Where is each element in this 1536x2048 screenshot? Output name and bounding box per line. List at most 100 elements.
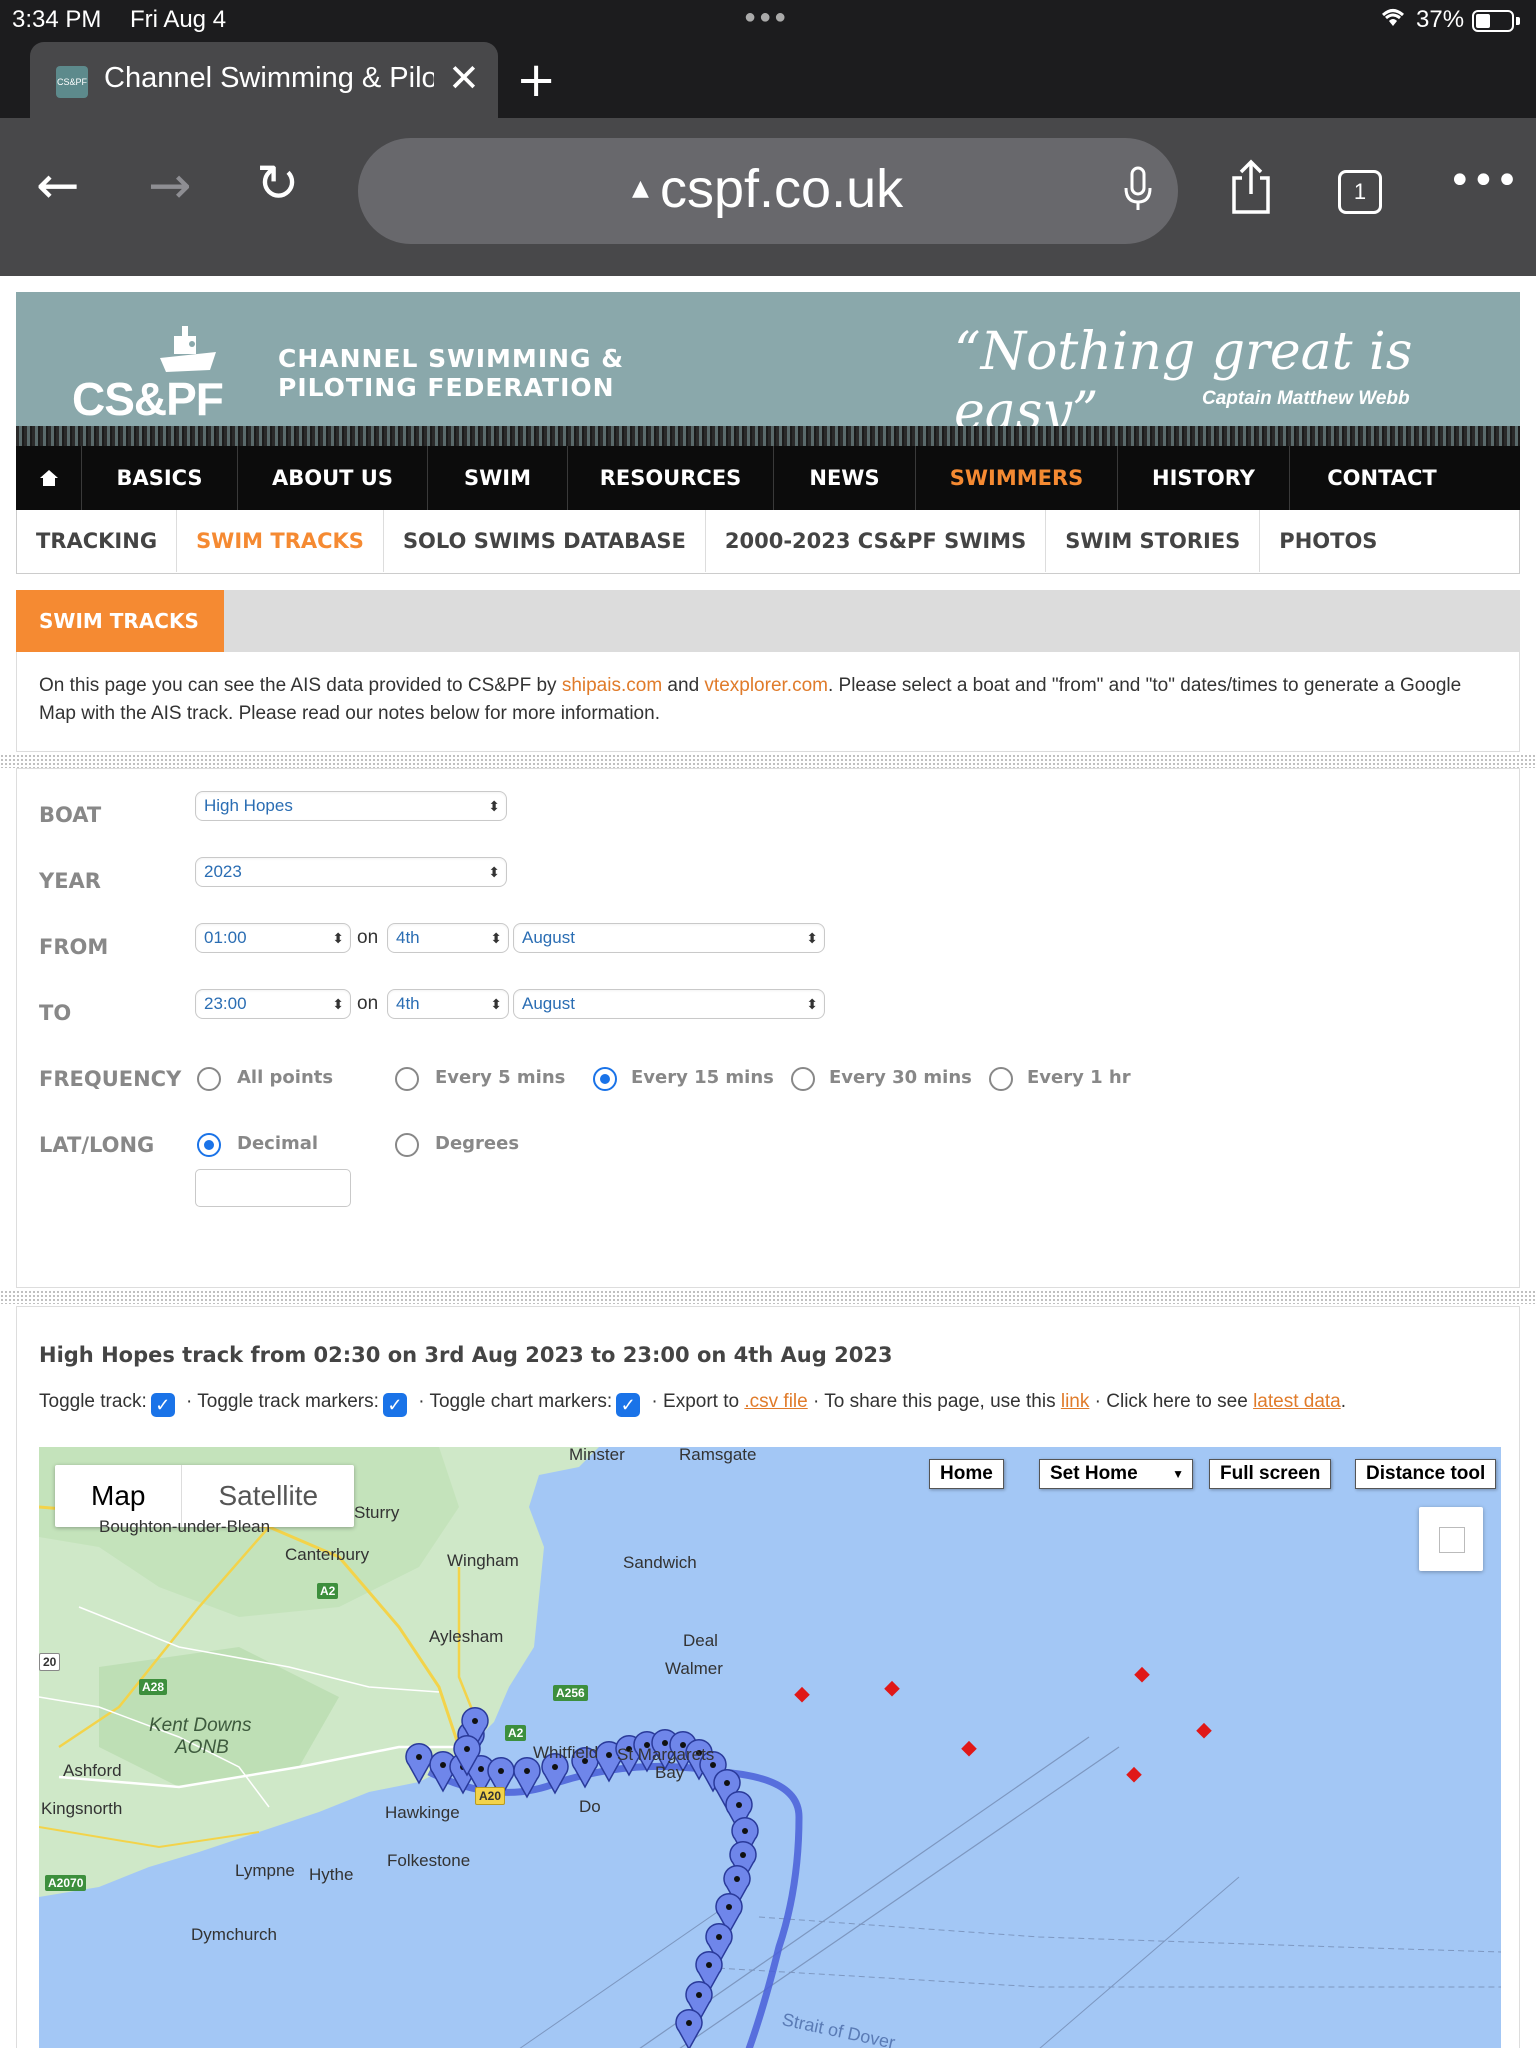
frequency-30min-label: Every 30 mins [829,1067,972,1088]
to-day-value: 4th [396,994,420,1013]
year-select[interactable]: 2023 ⬍ [195,857,507,887]
from-month-value: August [522,928,575,947]
frequency-1hr-radio[interactable] [989,1067,1013,1091]
map-canvas[interactable] [39,1447,1501,2048]
export-text: · Export to [651,1391,740,1412]
map-fullscreen-toggle-icon[interactable] [1419,1507,1483,1571]
traffic-separation [698,1966,1501,1988]
from-day-value: 4th [396,928,420,947]
road-shield: A2 [317,1583,339,1599]
boat-select[interactable]: High Hopes ⬍ [195,791,507,821]
nav-resources[interactable]: RESOURCES [568,446,774,510]
address-bar[interactable]: ▲ cspf.co.uk [358,138,1178,244]
place-label: Sandwich [623,1553,697,1572]
from-day-select[interactable]: 4th ⬍ [387,923,509,953]
export-csv-link[interactable]: .csv file [744,1391,807,1412]
latest-data-link[interactable]: latest data [1253,1391,1341,1412]
share-icon[interactable] [1228,158,1274,229]
chevron-down-icon: ▼ [1172,1467,1184,1481]
frequency-all-radio[interactable] [197,1067,221,1091]
submit-input[interactable] [195,1169,351,1207]
frequency-15min-radio[interactable] [593,1067,617,1091]
map[interactable]: Map Satellite Home Set Home ▼ Full screen… [39,1447,1501,2048]
road-shield: A20 [475,1787,506,1805]
vtexplorer-link[interactable]: vtexplorer.com [704,675,828,696]
to-time-select[interactable]: 23:00 ⬍ [195,989,351,1019]
favicon-icon: CS&PF [56,66,88,98]
nav-about-us[interactable]: ABOUT US [238,446,428,510]
from-time-value: 01:00 [204,928,247,947]
road-shield: A256 [553,1685,588,1701]
frequency-30min-radio[interactable] [791,1067,815,1091]
frequency-5min-label: Every 5 mins [435,1067,566,1088]
chart-marker[interactable] [884,1680,900,1697]
map-set-home-button[interactable]: Set Home ▼ [1039,1459,1193,1489]
to-month-select[interactable]: August ⬍ [513,989,825,1019]
chart-marker[interactable] [794,1686,810,1703]
toggle-track-checkbox[interactable]: ✓ [150,1393,175,1417]
subnav-swim-tracks[interactable]: SWIM TRACKS [177,510,384,572]
latlong-label: LAT/LONG [39,1133,155,1157]
microphone-icon[interactable] [1122,166,1154,218]
shipais-link[interactable]: shipais.com [562,675,662,696]
select-arrow-icon: ⬍ [488,864,500,880]
subnav-cspf-swims[interactable]: 2000-2023 CS&PF SWIMS [706,510,1047,572]
subnav-tracking[interactable]: TRACKING [17,510,178,572]
tab-count-button[interactable]: 1 [1338,170,1382,214]
home-icon[interactable] [16,446,82,510]
frequency-all-label: All points [237,1067,334,1088]
latlong-decimal-radio[interactable] [197,1133,221,1157]
from-time-select[interactable]: 01:00 ⬍ [195,923,351,953]
nav-swim[interactable]: SWIM [428,446,568,510]
new-tab-icon[interactable]: + [516,52,556,108]
map-fullscreen-button[interactable]: Full screen [1209,1459,1332,1489]
nav-news[interactable]: NEWS [774,446,916,510]
place-label: Canterbury [285,1545,370,1564]
nav-swimmers[interactable]: SWIMMERS [916,446,1118,510]
latlong-degrees-radio[interactable] [395,1133,419,1157]
reload-icon[interactable]: ↻ [256,154,300,214]
close-tab-icon[interactable]: ✕ [448,56,480,101]
share-link[interactable]: link [1061,1391,1090,1412]
nav-basics[interactable]: BASICS [82,446,238,510]
from-month-select[interactable]: August ⬍ [513,923,825,953]
browser-toolbar: ← → ↻ ▲ cspf.co.uk 1 ••• [0,118,1536,276]
multitask-dots-icon[interactable]: ●●● [744,6,789,29]
map-home-button[interactable]: Home [929,1459,1004,1489]
sub-nav: TRACKING SWIM TRACKS SOLO SWIMS DATABASE… [16,510,1520,574]
road-shield: 20 [39,1653,61,1671]
chart-marker[interactable] [1196,1722,1212,1739]
forward-icon[interactable]: → [148,156,192,216]
toggle-chart-checkbox[interactable]: ✓ [616,1393,641,1417]
share-text: · To share this page, use this [813,1391,1056,1412]
back-icon[interactable]: ← [36,156,80,216]
site-logo[interactable]: CS&PF [72,372,224,426]
aonb-label: Kent Downs [149,1715,252,1736]
more-icon[interactable]: ••• [1448,158,1519,204]
toggle-markers-checkbox[interactable]: ✓ [382,1393,407,1417]
browser-tab[interactable]: CS&PF Channel Swimming & Pilo ✕ [30,42,498,118]
place-label: Walmer [665,1659,723,1678]
battery-tip [1516,17,1520,25]
nav-contact[interactable]: CONTACT [1290,446,1474,510]
shipping-lane [1039,1876,1240,2048]
select-arrow-icon: ⬍ [806,930,818,946]
to-label: TO [39,1001,72,1025]
place-label: Wingham [447,1551,519,1570]
frequency-5min-radio[interactable] [395,1067,419,1091]
subnav-swim-stories[interactable]: SWIM STORIES [1046,510,1261,572]
to-day-select[interactable]: 4th ⬍ [387,989,509,1019]
chart-marker[interactable] [961,1740,977,1757]
track-form: BOAT High Hopes ⬍ YEAR 2023 ⬍ FROM 01:00 ⬍ … [16,768,1520,1288]
web-page: CS&PF CHANNEL SWIMMING & PILOTING FEDERA… [0,276,1536,2048]
section-header: SWIM TRACKS [16,590,1520,652]
chart-marker[interactable] [1126,1766,1142,1783]
subnav-solo-swims-database[interactable]: SOLO SWIMS DATABASE [384,510,706,572]
nav-history[interactable]: HISTORY [1118,446,1290,510]
chart-marker[interactable] [1134,1666,1150,1683]
period: . [1340,1391,1347,1412]
place-label: Deal [683,1631,718,1650]
subnav-photos[interactable]: PHOTOS [1260,510,1396,572]
track-marker[interactable] [675,2008,703,2048]
map-distance-tool-button[interactable]: Distance tool [1355,1459,1497,1489]
